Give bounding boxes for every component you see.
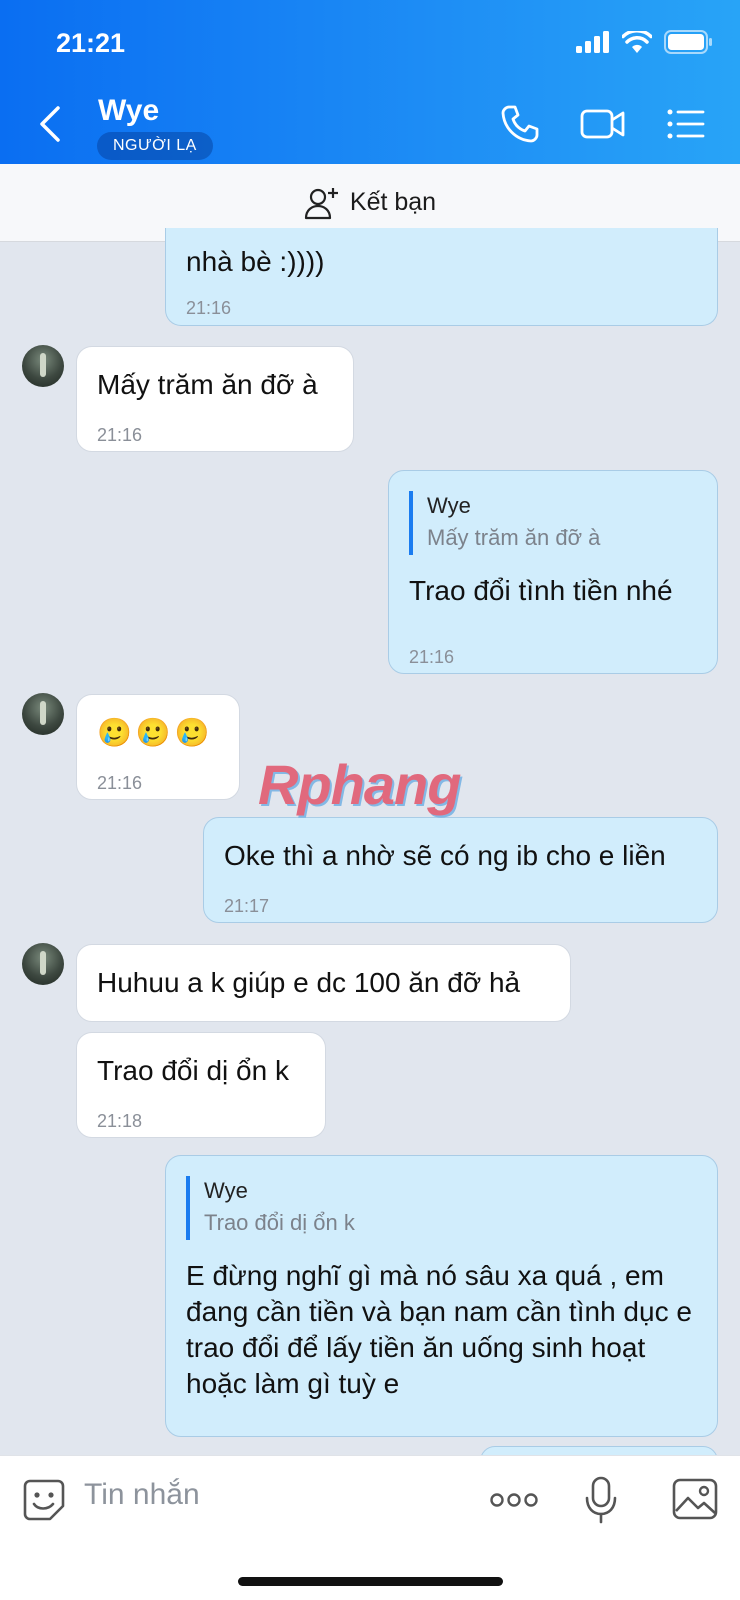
message-text: E đừng nghĩ gì mà nó sâu xa quá , em đan…: [186, 1260, 692, 1399]
avatar[interactable]: [22, 693, 64, 735]
message-time: 21:16: [186, 298, 232, 318]
contact-name[interactable]: Wye: [98, 94, 159, 128]
add-friend-label: Kết bạn: [349, 188, 437, 216]
video-camera-icon[interactable]: [580, 104, 626, 144]
reply-quote[interactable]: Wye Trao đổi dị ổn k: [186, 1176, 697, 1240]
phone-icon[interactable]: [500, 104, 540, 144]
message-bubble[interactable]: Wye Trao đổi dị ổn k E đừng nghĩ gì mà n…: [165, 1155, 718, 1437]
signal-icon: [576, 31, 609, 53]
avatar[interactable]: [22, 345, 64, 387]
chat-header: 21:21 Wye NGƯỜI LẠ: [0, 0, 740, 164]
message-text: nhà bè :)))): [186, 246, 325, 277]
message-text: Oke thì a nhờ sẽ có ng ib cho e liền: [224, 840, 666, 871]
message-time: 21:16: [97, 773, 143, 793]
message-bubble[interactable]: nhà bè :)))) 21:16: [165, 228, 718, 326]
message-time: 21:17: [224, 896, 270, 916]
message-bubble[interactable]: Wye Mấy trăm ăn đỡ à Trao đổi tình tiền …: [388, 470, 718, 674]
message-text: Trao đổi tình tiền nhé: [409, 575, 673, 606]
wifi-icon: [622, 31, 652, 53]
home-indicator[interactable]: [238, 1577, 503, 1586]
message-input[interactable]: Tin nhắn: [84, 1478, 200, 1512]
quote-author: Wye: [427, 493, 471, 518]
message-time: 21:16: [409, 647, 455, 667]
more-dots-icon[interactable]: [490, 1490, 538, 1510]
avatar[interactable]: [22, 943, 64, 985]
microphone-icon[interactable]: [584, 1476, 618, 1524]
chevron-left-icon[interactable]: [36, 104, 66, 144]
battery-icon: [664, 30, 712, 54]
image-icon[interactable]: [672, 1478, 718, 1520]
add-person-icon: [304, 187, 338, 219]
message-time: 21:18: [97, 1111, 143, 1131]
message-bubble[interactable]: Trao đổi dị ổn k 21:18: [76, 1032, 326, 1138]
message-bubble[interactable]: Mấy trăm ăn đỡ à 21:16: [76, 346, 354, 452]
message-bubble[interactable]: 🥲🥲🥲 21:16: [76, 694, 240, 800]
status-icons: [576, 30, 712, 54]
message-text: Mấy trăm ăn đỡ à: [97, 369, 318, 400]
list-menu-icon[interactable]: [666, 104, 706, 144]
message-text: 🥲🥲🥲: [97, 717, 214, 748]
reply-quote[interactable]: Wye Mấy trăm ăn đỡ à: [409, 491, 697, 555]
watermark-logo: Rphang: [258, 753, 461, 816]
stranger-badge: NGƯỜI LẠ: [97, 132, 213, 160]
message-bubble[interactable]: Huhuu a k giúp e dc 100 ăn đỡ hả: [76, 944, 571, 1022]
message-time: 21:16: [97, 425, 143, 445]
quote-text: Trao đổi dị ổn k: [204, 1210, 355, 1235]
quote-text: Mấy trăm ăn đỡ à: [427, 525, 601, 550]
message-text: Huhuu a k giúp e dc 100 ăn đỡ hả: [97, 967, 521, 998]
quote-author: Wye: [204, 1178, 248, 1203]
status-time: 21:21: [56, 28, 126, 58]
message-text: Trao đổi dị ổn k: [97, 1055, 289, 1086]
sticker-icon[interactable]: [22, 1478, 66, 1522]
message-bubble[interactable]: Oke thì a nhờ sẽ có ng ib cho e liền 21:…: [203, 817, 718, 923]
